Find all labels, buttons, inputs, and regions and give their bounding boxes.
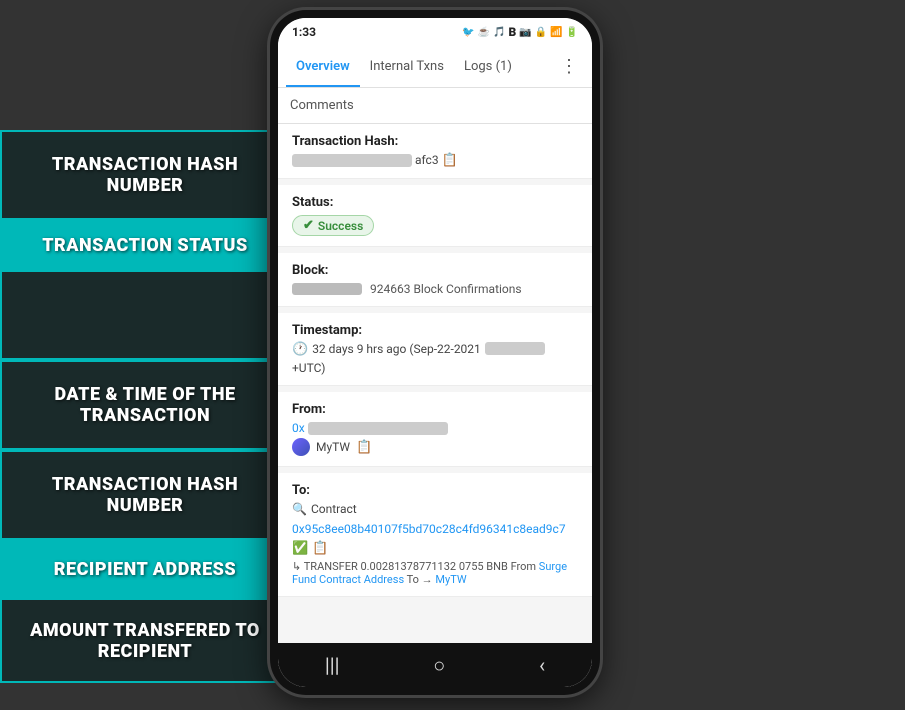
nav-home-button[interactable]: ○ <box>433 653 445 678</box>
contract-search-icon: 🔍 <box>292 502 307 516</box>
check-icon: ✔ <box>303 218 314 233</box>
to-copy-icon[interactable]: 📋 <box>312 541 328 556</box>
to-section: To: 🔍 Contract 0x95c8ee08b40107f5bd70c28… <box>278 473 592 597</box>
block-row: 924663 Block Confirmations <box>292 282 578 296</box>
tab-logs[interactable]: Logs (1) <box>454 46 522 87</box>
tab-internal-txns[interactable]: Internal Txns <box>360 46 454 87</box>
status-section: Status: ✔ Success <box>278 185 592 247</box>
from-address: 0x <box>292 421 578 435</box>
status-badge: ✔ Success <box>292 215 374 236</box>
block-confirmations: 924663 Block Confirmations <box>370 282 522 296</box>
tx-hash-copy-icon[interactable]: 📋 <box>442 153 458 168</box>
clock-icon: 🕐 <box>292 342 308 357</box>
timestamp-label: Timestamp: <box>292 323 578 338</box>
block-label: Block: <box>292 263 578 278</box>
nav-back-button[interactable]: ‹ <box>539 653 545 677</box>
phone-frame: 1:33 🐦 ☕ 🎵 B 📷 🔒 📶 🔋 Overview <box>270 10 600 695</box>
status-bar: 1:33 🐦 ☕ 🎵 B 📷 🔒 📶 🔋 <box>278 18 592 46</box>
status-label: Status: <box>292 195 578 210</box>
scene: TRANSACTION HASH NUMBER TRANSACTION STAT… <box>0 0 905 710</box>
transfer-row: ↳ TRANSFER 0.00281378771132 0755 BNB Fro… <box>292 560 578 586</box>
lock-icon: 🔒 <box>535 27 547 38</box>
photo-icon: 📷 <box>519 27 531 38</box>
tx-hash-label: Transaction Hash: <box>292 134 578 149</box>
battery-icon: 🔋 <box>566 27 578 38</box>
block-section: Block: 924663 Block Confirmations <box>278 253 592 307</box>
status-badge-container: ✔ Success <box>292 214 578 236</box>
tab-overview[interactable]: Overview <box>286 46 360 87</box>
status-value: Success <box>318 219 363 233</box>
timestamp-suffix: +UTC) <box>292 361 325 375</box>
timestamp-value: 32 days 9 hrs ago (Sep-22-2021 <box>312 342 481 356</box>
label-recipient-address: RECIPIENT ADDRESS <box>0 540 290 598</box>
transfer-text: ↳ <box>292 560 304 573</box>
to-address-row: 0x95c8ee08b40107f5bd70c28c4fd96341c8ead9… <box>292 518 578 556</box>
from-section: From: 0x MyTW 📋 <box>278 392 592 467</box>
status-time: 1:33 <box>292 25 316 39</box>
label-amount-transferred: AMOUNT TRANSFERED TO RECIPIENT <box>0 598 290 683</box>
phone-screen: 1:33 🐦 ☕ 🎵 B 📷 🔒 📶 🔋 Overview <box>278 18 592 687</box>
sub-tab-bar: Comments <box>278 88 592 124</box>
timestamp-section: Timestamp: 🕐 32 days 9 hrs ago (Sep-22-2… <box>278 313 592 386</box>
tab-bar: Overview Internal Txns Logs (1) ⋮ <box>278 46 592 88</box>
transfer-to-link[interactable]: MyTW <box>435 573 466 586</box>
b-icon: B <box>508 25 516 39</box>
label-tx-status: TRANSACTION STATUS <box>0 220 290 270</box>
timestamp-row: 🕐 32 days 9 hrs ago (Sep-22-2021 +UTC) <box>292 342 578 375</box>
to-verified-icon: ✅ <box>292 541 308 556</box>
wallet-label: MyTW <box>316 440 350 454</box>
content-area[interactable]: Transaction Hash: afc3 📋 Status: ✔ S <box>278 124 592 643</box>
label-tx-hash-1: TRANSACTION HASH NUMBER <box>0 130 290 220</box>
label-datetime: DATE & TIME OF THE TRANSACTION <box>0 360 290 450</box>
sub-tab-comments[interactable]: Comments <box>290 98 354 113</box>
signal-icon: 📶 <box>550 27 562 38</box>
to-label: To: <box>292 483 578 498</box>
from-wallet-row: MyTW 📋 <box>292 438 578 456</box>
to-address-value: 0x95c8ee08b40107f5bd70c28c4fd96341c8ead9… <box>292 522 566 536</box>
camera-icon: 🎵 <box>493 27 505 38</box>
twitter-icon: 🐦 <box>462 27 474 38</box>
tx-hash-suffix: afc3 <box>415 153 442 167</box>
from-label: From: <box>292 402 578 417</box>
from-address-blurred <box>308 422 448 435</box>
tab-more-button[interactable]: ⋮ <box>554 56 584 77</box>
tx-hash-blurred <box>292 154 412 167</box>
nav-recents-button[interactable]: ||| <box>325 653 340 677</box>
labels-column: TRANSACTION HASH NUMBER TRANSACTION STAT… <box>0 130 290 683</box>
status-icons: 🐦 ☕ 🎵 B 📷 🔒 📶 🔋 <box>462 25 578 39</box>
label-tx-hash-2: TRANSACTION HASH NUMBER <box>0 450 290 540</box>
contract-row: 🔍 Contract <box>292 502 578 516</box>
from-copy-icon[interactable]: 📋 <box>356 440 372 455</box>
coffee-icon: ☕ <box>478 27 490 38</box>
transfer-arrow: To → <box>407 573 436 586</box>
transaction-hash-section: Transaction Hash: afc3 📋 <box>278 124 592 179</box>
from-address-prefix: 0x <box>292 421 305 435</box>
block-number-blurred <box>292 283 362 295</box>
label-spacer-1 <box>0 270 290 360</box>
tx-hash-value: afc3 📋 <box>292 153 578 168</box>
wallet-avatar <box>292 438 310 456</box>
transfer-label: TRANSFER 0.00281378771132 0755 BNB From <box>304 560 536 573</box>
timestamp-blurred <box>485 342 545 355</box>
phone-nav: ||| ○ ‹ <box>278 643 592 687</box>
contract-label: Contract <box>311 502 357 516</box>
